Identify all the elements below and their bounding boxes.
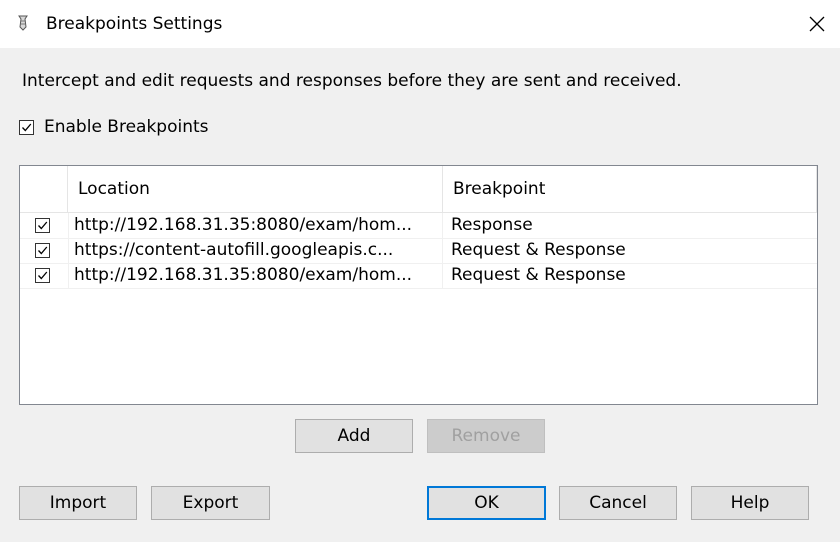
checkbox-checked-icon[interactable]	[35, 268, 50, 283]
checkbox-checked-icon[interactable]	[35, 218, 50, 233]
row-enabled-cell	[20, 238, 69, 263]
checkbox-checked-icon[interactable]	[35, 243, 50, 258]
add-button[interactable]: Add	[295, 419, 413, 453]
breakpoints-table: Location Breakpoint http://192.168.31.35…	[19, 165, 818, 405]
help-button[interactable]: Help	[691, 486, 809, 520]
remove-button[interactable]: Remove	[427, 419, 545, 453]
window-title: Breakpoints Settings	[46, 14, 223, 34]
row-breakpoint-type: Request & Response	[451, 265, 626, 285]
dialog-description: Intercept and edit requests and response…	[22, 71, 682, 91]
row-location: https://content-autofill.googleapis.c...	[68, 238, 443, 263]
close-button[interactable]	[794, 0, 840, 48]
row-breakpoint-type: Response	[451, 215, 533, 235]
table-row[interactable]: https://content-autofill.googleapis.c...…	[20, 238, 817, 264]
column-header-enabled[interactable]	[20, 166, 68, 212]
export-button[interactable]: Export	[151, 486, 270, 520]
row-location: http://192.168.31.35:8080/exam/hom...	[68, 213, 443, 238]
checkbox-checked-icon[interactable]	[19, 119, 34, 135]
row-enabled-cell	[20, 213, 69, 238]
row-location: http://192.168.31.35:8080/exam/hom...	[68, 263, 443, 288]
title-bar: Breakpoints Settings	[0, 0, 840, 48]
table-header: Location Breakpoint	[20, 166, 817, 213]
column-header-breakpoint[interactable]: Breakpoint	[443, 166, 817, 212]
table-row[interactable]: http://192.168.31.35:8080/exam/hom... Re…	[20, 263, 817, 289]
import-button[interactable]: Import	[19, 486, 137, 520]
close-icon	[809, 16, 825, 32]
row-enabled-cell	[20, 263, 69, 288]
column-header-location[interactable]: Location	[68, 166, 443, 212]
table-row[interactable]: http://192.168.31.35:8080/exam/hom... Re…	[20, 213, 817, 239]
ok-button[interactable]: OK	[427, 486, 546, 520]
charles-app-icon	[18, 15, 28, 31]
cancel-button[interactable]: Cancel	[559, 486, 677, 520]
enable-breakpoints-checkbox[interactable]: Enable Breakpoints	[19, 116, 209, 138]
enable-breakpoints-label: Enable Breakpoints	[44, 117, 209, 137]
row-breakpoint-type: Request & Response	[451, 240, 626, 260]
